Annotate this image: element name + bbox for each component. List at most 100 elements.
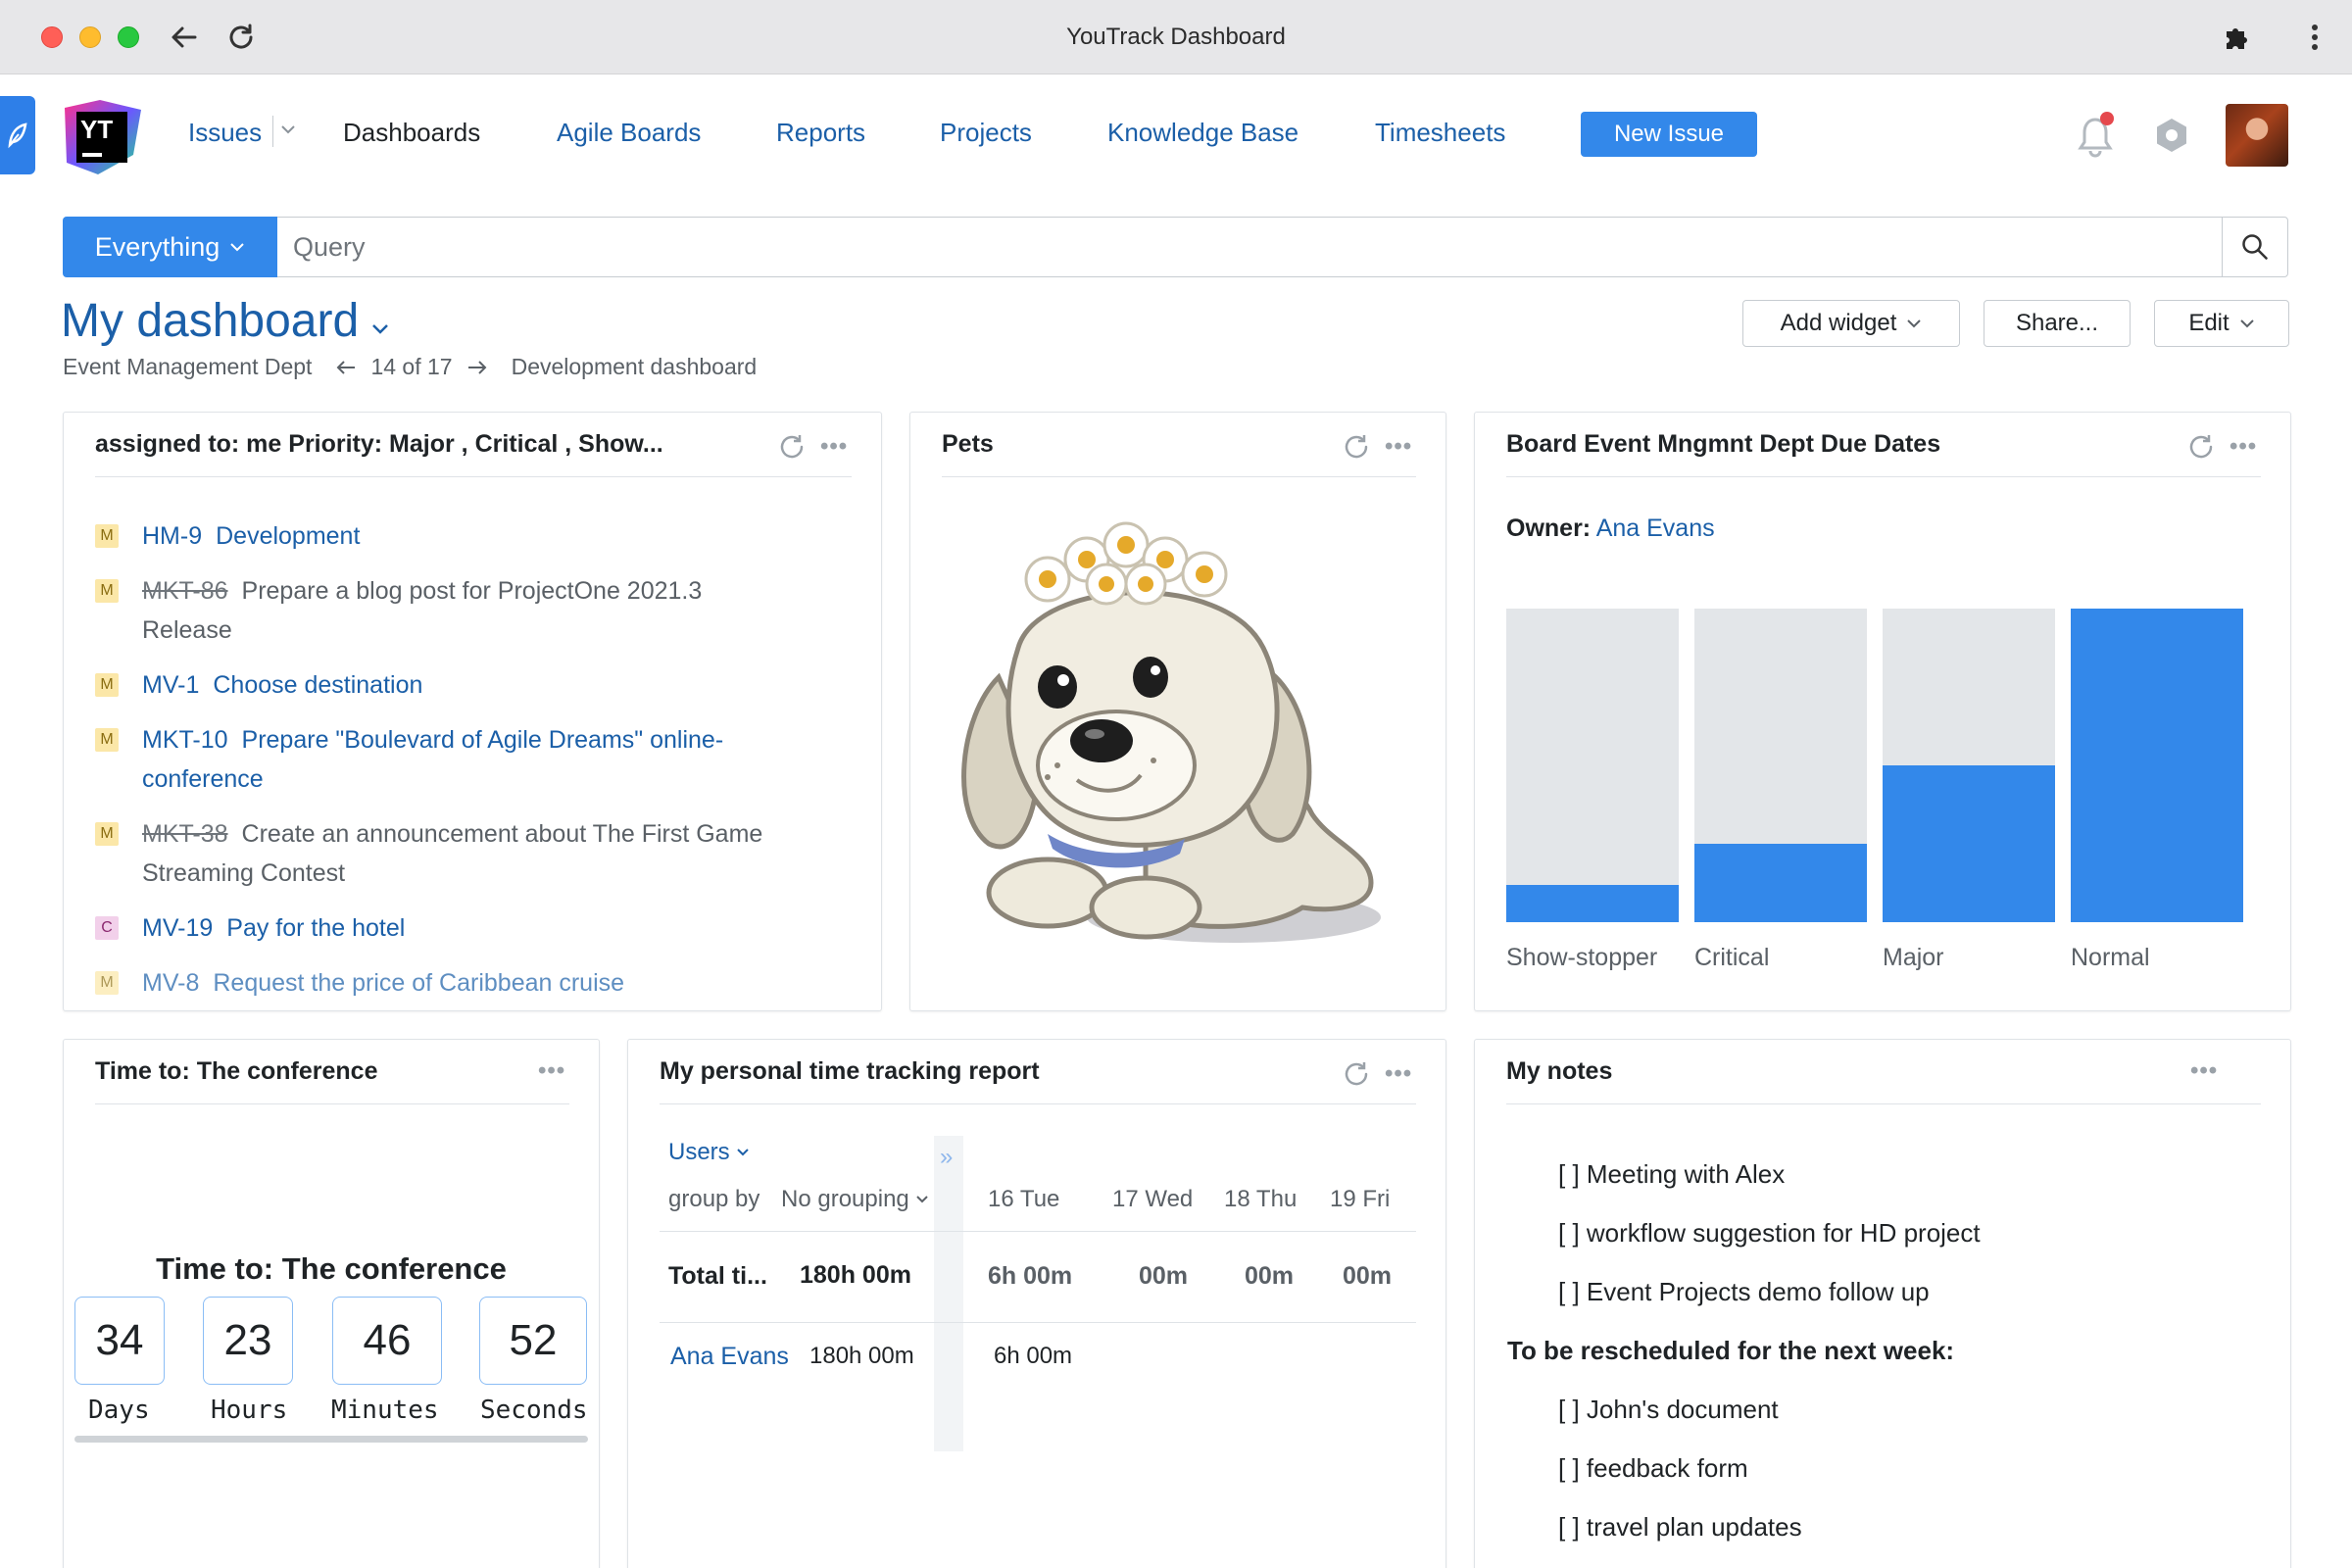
add-widget-button[interactable]: Add widget [1742,300,1960,347]
dashboard-breadcrumb: Event Management Dept 14 of 17 Developme… [63,354,757,380]
issue-id[interactable]: MKT-86 [142,577,228,605]
chevron-down-icon[interactable] [280,123,296,135]
arrow-left-icon[interactable] [335,360,357,375]
bar-show-stopper[interactable] [1506,884,1679,922]
chevron-down-icon [1907,319,1922,328]
countdown-seconds-value: 52 [479,1297,587,1385]
add-widget-label: Add widget [1780,310,1897,336]
issue-summary-cont[interactable]: conference [142,765,264,793]
issue-id[interactable]: MV-1 [142,671,199,699]
nav-knowledge-base[interactable]: Knowledge Base [1107,118,1298,148]
youtrack-logo[interactable]: YT [61,98,143,176]
issue-summary[interactable]: Choose destination [213,671,422,699]
users-filter-dropdown[interactable]: Users [668,1139,750,1166]
nav-reports[interactable]: Reports [776,118,865,148]
issue-id[interactable]: HM-9 [142,522,202,550]
bar-track[interactable] [1883,609,2055,922]
refresh-icon[interactable] [1342,1059,1371,1089]
chevron-down-icon [230,243,244,252]
new-issue-button[interactable]: New Issue [1581,112,1757,157]
more-options-icon[interactable]: ••• [2190,1059,2218,1083]
issue-item[interactable]: M HM-9 Development [95,516,852,556]
dept-name: Event Management Dept [63,354,313,379]
sidebar-toggle[interactable] [0,96,35,174]
issues-widget: assigned to: me Priority: Major , Critic… [63,412,882,1011]
bar-track[interactable] [2071,609,2243,922]
nav-separator [272,116,273,147]
edit-button[interactable]: Edit [2154,300,2289,347]
countdown-widget-title: Time to: The conference [95,1040,569,1104]
dashboard-title-dropdown[interactable]: My dashboard [61,294,390,348]
nav-dashboards[interactable]: Dashboards [343,118,480,148]
browser-menu-icon[interactable] [2295,18,2334,57]
search-scope-label: Everything [94,231,220,262]
issue-item[interactable]: M MKT-86 Prepare a blog post for ProjectO… [95,571,852,650]
divider [660,1231,1416,1232]
feather-icon [8,122,27,149]
dashboard-title: My dashboard [61,295,360,347]
widget-tools: ••• [1342,432,1412,462]
priority-badge: M [95,728,119,752]
issues-widget-title: assigned to: me Priority: Major , Critic… [95,413,852,477]
divider [660,1322,1416,1323]
issue-item[interactable]: M MKT-38 Create an announcement about The… [95,814,852,893]
countdown-hours-label: Hours [211,1396,288,1425]
refresh-icon[interactable] [2186,432,2216,462]
more-options-icon[interactable]: ••• [538,1059,565,1083]
issue-id[interactable]: MV-19 [142,914,213,942]
refresh-icon[interactable] [777,432,807,462]
more-options-icon[interactable]: ••• [2230,435,2257,459]
issue-id[interactable]: MKT-10 [142,726,228,754]
issue-item[interactable]: C MV-19 Pay for the hotel [95,908,852,948]
nav-agile-boards[interactable]: Agile Boards [557,118,701,148]
issue-item[interactable]: M MKT-10 Prepare "Boulevard of Agile Drea… [95,720,852,799]
search-button[interactable] [2222,217,2288,277]
nav-timesheets[interactable]: Timesheets [1375,118,1505,148]
bar-major[interactable] [1883,765,2055,922]
user-avatar[interactable] [2226,104,2288,167]
issue-id[interactable]: MV-8 [142,969,199,997]
issue-summary[interactable]: Request the price of Caribbean cruise [213,969,624,997]
extensions-puzzle-icon[interactable] [2217,18,2256,57]
user-name-link[interactable]: Ana Evans [670,1343,789,1371]
bar-track[interactable] [1694,609,1867,922]
total-day-value: 6h 00m [988,1262,1073,1290]
issue-item[interactable]: M MV-8 Request the price of Caribbean cru… [95,963,852,1003]
issue-summary[interactable]: Development [216,522,360,550]
next-dashboard-link[interactable]: Development dashboard [512,354,758,380]
browser-titlebar: YouTrack Dashboard [0,0,2352,74]
share-button[interactable]: Share... [1984,300,2131,347]
issue-summary[interactable]: Prepare "Boulevard of Agile Dreams" onli… [242,726,724,754]
bar-critical[interactable] [1694,844,1867,922]
nav-issues[interactable]: Issues [188,118,262,148]
nav-projects[interactable]: Projects [940,118,1032,148]
expand-chevrons-icon[interactable]: » [940,1144,953,1171]
search-scope-dropdown[interactable]: Everything [63,217,277,277]
issue-item[interactable]: M MV-1 Choose destination [95,665,852,705]
more-options-icon[interactable]: ••• [1385,1062,1412,1086]
total-day-value: 00m [1245,1262,1295,1290]
issue-summary[interactable]: Prepare a blog post for ProjectOne 2021.… [242,577,703,605]
bell-icon[interactable] [2074,110,2117,161]
bar-normal[interactable] [2071,609,2243,922]
settings-gear-icon[interactable] [2152,116,2191,155]
more-options-icon[interactable]: ••• [820,435,848,459]
owner-name-link[interactable]: Ana Evans [1596,514,1715,542]
bar-track[interactable] [1506,609,1679,922]
refresh-icon[interactable] [1342,432,1371,462]
arrow-right-icon[interactable] [466,360,488,375]
users-filter-label: Users [668,1139,730,1165]
issue-summary-cont[interactable]: Streaming Contest [142,859,345,887]
issue-id[interactable]: MKT-38 [142,820,228,848]
issue-summary[interactable]: Pay for the hotel [226,914,405,942]
widget-tools: ••• [2190,1059,2218,1083]
notes-widget-title: My notes [1506,1040,2261,1104]
total-day-value: 00m [1139,1262,1189,1290]
issue-summary[interactable]: Create an announcement about The First G… [242,820,763,848]
search-query-input[interactable]: Query [277,217,2223,277]
day-header: 16 Tue [988,1186,1060,1212]
more-options-icon[interactable]: ••• [1385,435,1412,459]
issue-summary-cont[interactable]: Release [142,616,232,644]
grouping-dropdown[interactable]: No grouping [781,1186,929,1213]
column-resize-strip[interactable] [934,1136,963,1451]
